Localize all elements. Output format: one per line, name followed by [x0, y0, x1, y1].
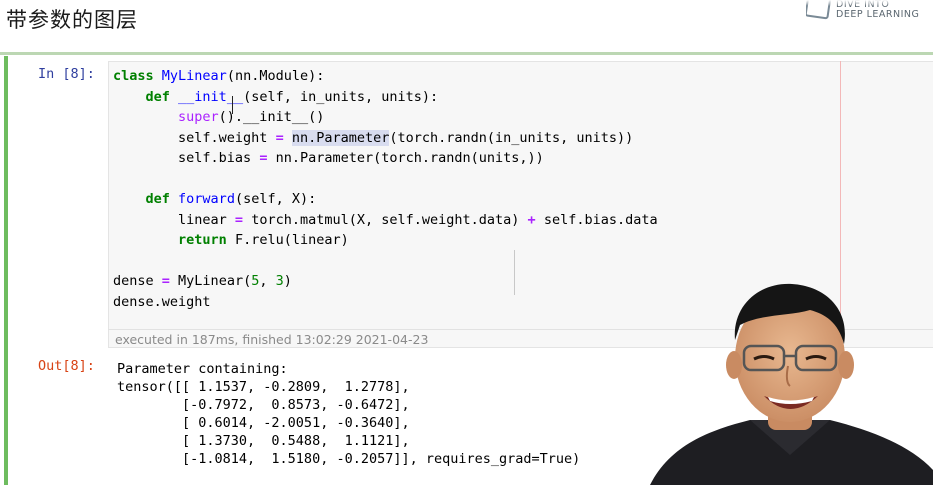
slide-title: 带参数的图层 — [6, 8, 138, 32]
execution-info: executed in 187ms, finished 13:02:29 202… — [115, 332, 429, 347]
presenter-illustration — [650, 283, 933, 485]
code-line-10: dense.weight — [113, 293, 211, 310]
selected-cell-indicator — [4, 56, 8, 485]
code-editor[interactable]: class MyLinear(nn.Module): def __init__(… — [113, 66, 658, 312]
input-prompt: In [8]: — [38, 66, 95, 82]
output-line: [ 1.3730, 0.5488, 1.1121], — [117, 433, 410, 449]
dive-into-deep-learning-logo: DIVE INTO DEEP LEARNING — [806, 0, 933, 24]
code-line-9: dense = MyLinear(5, 3) — [113, 273, 292, 289]
code-line-8: return F.relu(linear) — [178, 232, 349, 248]
code-line-2: def __init__(self, in_units, units): — [145, 88, 439, 105]
presenter-webcam — [640, 270, 933, 485]
code-line-6: def forward(self, X): — [145, 191, 317, 207]
output-line: [-0.7972, 0.8573, -0.6472], — [117, 397, 410, 413]
code-line-3: super().__init__() — [178, 109, 325, 125]
text-cursor — [232, 96, 233, 114]
code-line-4: self.weight = nn.Parameter(torch.randn(i… — [113, 129, 634, 146]
output-prompt: Out[8]: — [38, 358, 95, 374]
code-line-5: self.bias = nn.Parameter(torch.randn(uni… — [113, 150, 544, 166]
cell-output: Parameter containing: tensor([[ 1.1537, … — [117, 360, 580, 468]
code-line-7: linear = torch.matmul(X, self.weight.dat… — [113, 211, 658, 228]
code-line-1: class MyLinear(nn.Module): — [113, 68, 325, 84]
output-line: Parameter containing: — [117, 361, 288, 377]
output-line: [-1.0814, 1.5180, -0.2057]], requires_gr… — [117, 451, 581, 467]
logo-line-2: DEEP LEARNING — [836, 9, 920, 20]
output-line: [ 0.6014, -2.0051, -0.3640], — [117, 415, 410, 431]
output-line: tensor([[ 1.1537, -0.2809, 1.2778], — [117, 379, 410, 395]
editor-caret-guide — [514, 250, 515, 295]
